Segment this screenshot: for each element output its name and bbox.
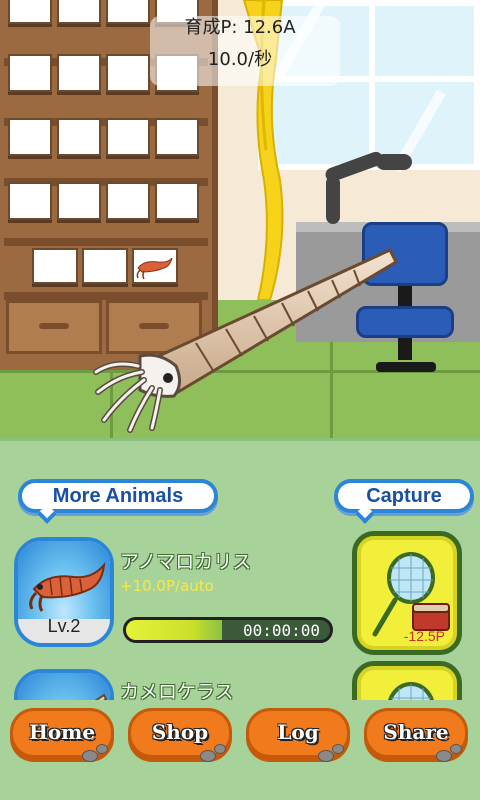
points-label: 育成P: [184,17,238,38]
speech-tail [37,504,57,524]
pebble-decoration [450,744,462,754]
speech-tail [355,504,375,524]
animal-rate: +10.0P/auto [120,577,214,595]
pebble-decoration [200,750,216,762]
more-animals-label: More Animals [52,485,184,507]
pebble-decoration [82,750,98,762]
animal-timer: 00:00:00 [242,621,320,640]
animal-level: Lv.2 [47,616,81,636]
pebble-decoration [96,744,108,754]
pebble-decoration [332,744,344,754]
nav-home-label: Home [28,720,96,744]
animal-progress-bar: 00:00:00 [123,617,333,643]
animal-name: アノマロカリス [120,551,252,573]
pebble-decoration [214,744,226,754]
pebble-decoration [318,750,334,762]
capture-animal-button[interactable]: -12.5P [352,531,462,655]
points-value: 12.6A [243,17,296,38]
anomalocaris-icon [29,561,106,612]
capture-header-button[interactable]: Capture [334,479,474,524]
points-line: 育成P: 12.6A [0,12,480,44]
bottom-nav: Home Shop Log Share [0,700,480,800]
points-rate: 10.0/秒 [207,49,273,70]
pebble-decoration [436,750,452,762]
nav-share-label: Share [383,720,449,744]
nav-log-label: Log [277,720,319,744]
capture-label: Capture [366,485,442,507]
animal-avatar[interactable]: Lv.2 [14,537,114,647]
progress-fill [126,620,222,640]
nav-shop-label: Shop [151,720,209,744]
more-animals-button[interactable]: More Animals [18,479,218,524]
capture-cost: -12.5P [403,628,445,644]
points-status: 育成P: 12.6A 10.0/秒 [0,12,480,86]
